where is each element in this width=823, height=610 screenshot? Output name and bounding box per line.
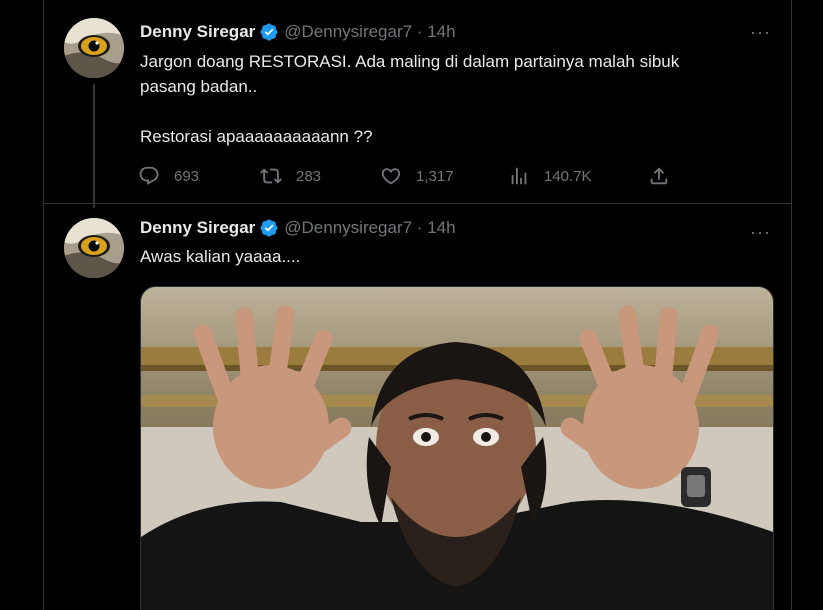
- column-border-right: [791, 0, 792, 610]
- tweet-header: Denny Siregar @Dennysiregar7 · 14h: [140, 217, 456, 239]
- more-dots-icon[interactable]: ···: [750, 222, 771, 242]
- tweet-text-line: pasang badan..: [140, 77, 258, 96]
- tweet-media-image[interactable]: [140, 286, 774, 610]
- author-name[interactable]: Denny Siregar: [140, 22, 255, 42]
- owl-eye-avatar-image: [64, 18, 124, 78]
- reply-icon: [139, 166, 159, 185]
- views-chart-icon: [511, 167, 527, 185]
- tweet-text: Awas kalian yaaaa....: [140, 247, 301, 266]
- retweet-count: 283: [296, 167, 322, 185]
- author-handle-and-time[interactable]: @Dennysiregar7 · 14h: [284, 218, 455, 238]
- heart-icon: [381, 168, 401, 185]
- tweet-text-line: Jargon doang RESTORASI. Ada maling di da…: [140, 52, 680, 71]
- avatar[interactable]: [64, 218, 124, 278]
- avatar[interactable]: [64, 18, 124, 78]
- share-icon: [650, 167, 668, 185]
- like-button[interactable]: 1,317: [380, 163, 454, 189]
- like-count: 1,317: [416, 167, 454, 185]
- tweet-header: Denny Siregar @Dennysiregar7 · 14h: [140, 21, 456, 43]
- tweet[interactable]: Denny Siregar @Dennysiregar7 · 14h ··· J…: [44, 0, 791, 208]
- verified-badge-icon[interactable]: [259, 22, 279, 42]
- views-count: 140.7K: [544, 167, 592, 185]
- share-button[interactable]: [648, 163, 684, 189]
- tweet-actions: 693 283 1,317 140.7K: [138, 163, 678, 189]
- more-dots-icon[interactable]: ···: [750, 22, 771, 42]
- reply-count: 693: [174, 167, 200, 185]
- retweet-icon: [260, 168, 282, 184]
- retweet-button[interactable]: 283: [260, 163, 321, 189]
- photo-man-raised-hands: [141, 287, 773, 610]
- tweet-text-line: Restorasi apaaaaaaaaaann ??: [140, 127, 373, 146]
- verified-badge-icon[interactable]: [259, 218, 279, 238]
- thread-connector-line: [93, 84, 95, 208]
- tweet[interactable]: Denny Siregar @Dennysiregar7 · 14h ··· A…: [44, 204, 791, 610]
- reply-button[interactable]: 693: [138, 163, 199, 189]
- timeline: Denny Siregar @Dennysiregar7 · 14h ··· J…: [0, 0, 823, 610]
- author-name[interactable]: Denny Siregar: [140, 218, 255, 238]
- views-button[interactable]: 140.7K: [508, 163, 592, 189]
- owl-eye-avatar-image: [64, 218, 124, 278]
- author-handle-and-time[interactable]: @Dennysiregar7 · 14h: [284, 22, 455, 42]
